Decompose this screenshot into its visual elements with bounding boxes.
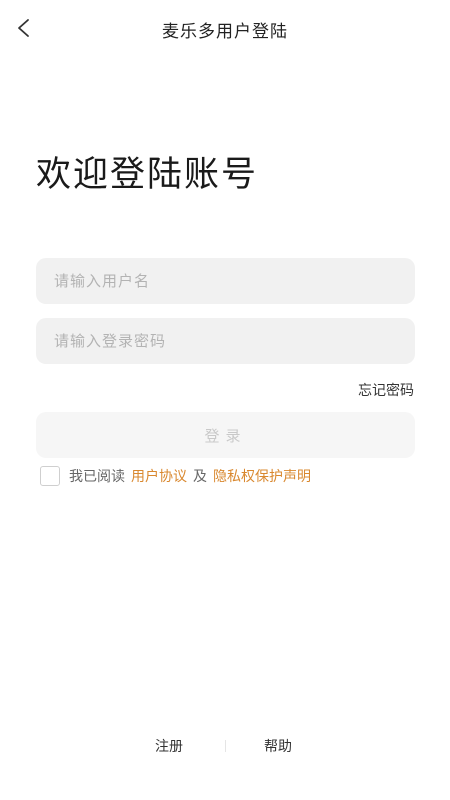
bottom-divider [225,740,226,752]
login-screen: 麦乐多用户登陆 欢迎登陆账号 忘记密码 登录 我已阅读 用户协议 及 隐私权保护… [0,0,450,800]
username-input[interactable] [36,258,415,304]
user-agreement-link[interactable]: 用户协议 [131,466,187,486]
login-button[interactable]: 登录 [36,412,415,458]
password-input[interactable] [36,318,415,364]
nav-bar: 麦乐多用户登陆 [0,0,450,56]
help-link[interactable]: 帮助 [264,736,292,756]
privacy-policy-link[interactable]: 隐私权保护声明 [213,466,311,486]
bottom-bar: 注册 帮助 [0,736,450,756]
agreement-conjunction: 及 [193,469,207,485]
page-title: 麦乐多用户登陆 [162,22,288,42]
forgot-password-link[interactable]: 忘记密码 [358,380,414,400]
username-field [36,258,415,304]
welcome-heading: 欢迎登陆账号 [36,155,259,195]
agreement-prefix: 我已阅读 [69,469,125,485]
register-link[interactable]: 注册 [155,736,183,756]
password-field [36,318,415,364]
agreement-checkbox[interactable] [40,466,60,486]
agreement-row: 我已阅读 用户协议 及 隐私权保护声明 [40,466,317,486]
